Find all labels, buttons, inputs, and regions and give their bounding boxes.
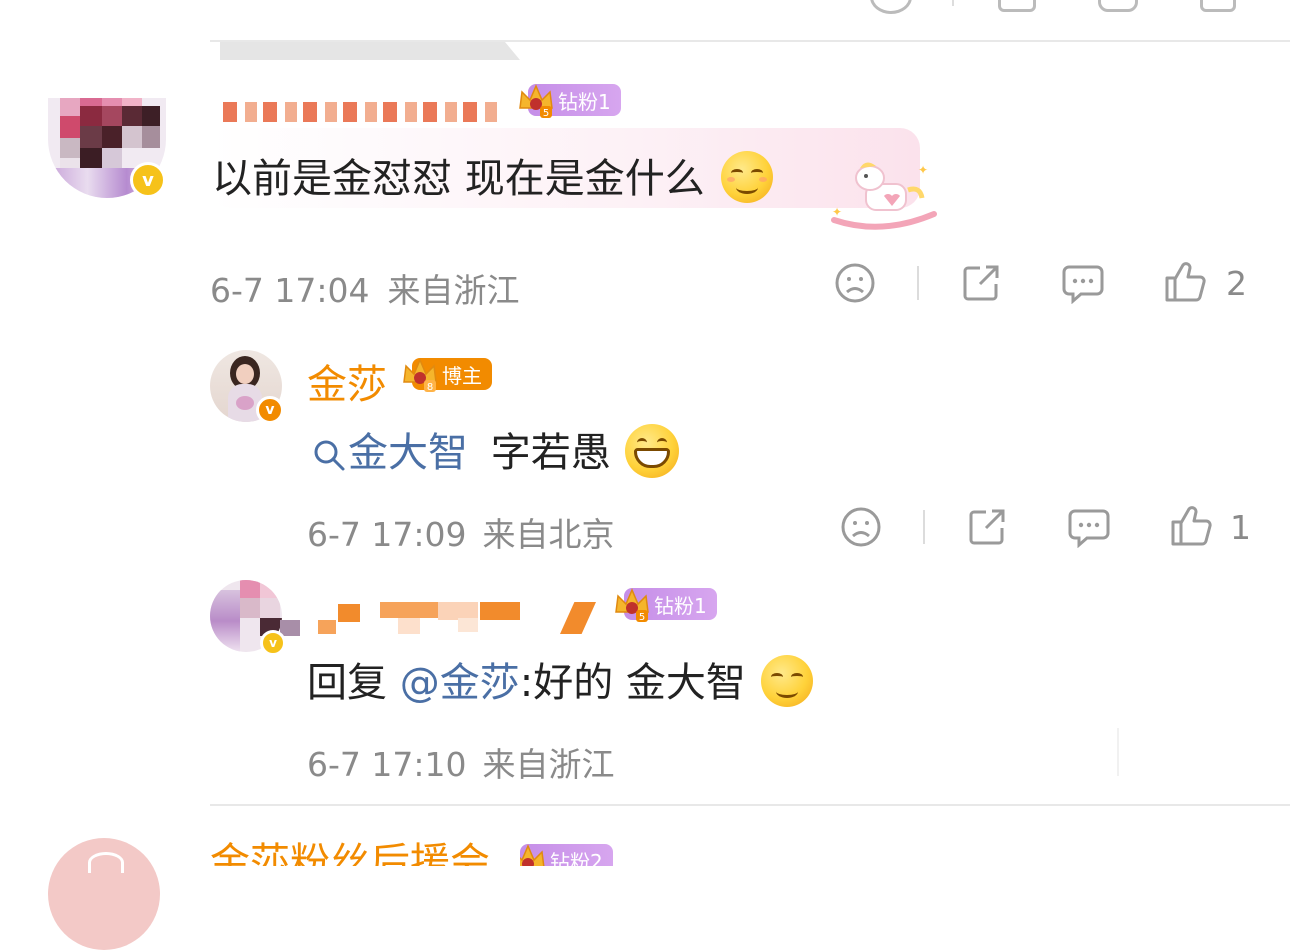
comment-avatar[interactable]: v [48, 80, 168, 200]
crown-badge-icon: 5 [519, 84, 553, 119]
mention-link[interactable]: @金莎 [400, 660, 520, 706]
reply-avatar[interactable]: v [210, 350, 284, 424]
row-divider [210, 804, 1290, 806]
row-divider [210, 40, 1290, 42]
svg-text:8: 8 [427, 382, 433, 393]
sad-face-icon [835, 263, 875, 303]
like-count: 1 [1230, 508, 1251, 547]
reply-username[interactable]: 金莎 [307, 352, 387, 410]
verified-badge-icon: v [260, 630, 286, 656]
share-icon [963, 265, 999, 301]
fan-level-badge[interactable]: 钻粉2 [520, 840, 613, 866]
comment-button[interactable] [1061, 262, 1105, 304]
comment-icon [1068, 509, 1110, 548]
grin-emoji-icon [625, 424, 680, 478]
topic-link[interactable]: 金大智 [348, 430, 468, 476]
crown-badge-icon [520, 844, 545, 866]
svg-text:5: 5 [543, 108, 549, 119]
action-separator [923, 510, 925, 544]
crown-badge-icon: 5 [615, 588, 649, 623]
comment-text: 以前是金怼怼 现在是金什么 [212, 146, 774, 207]
action-separator [917, 266, 919, 300]
comment-username[interactable]: 金莎粉丝后援会 [210, 838, 490, 866]
smirk-emoji-icon [760, 655, 813, 707]
prev-row-partial [300, 0, 640, 8]
like-count: 2 [1226, 264, 1247, 303]
smirk-emoji-icon [721, 151, 774, 203]
like-button[interactable] [1169, 504, 1213, 548]
crown-badge-icon: 8 [403, 358, 437, 393]
comment-meta: 6-7 17:04 来自浙江 [210, 271, 520, 310]
scrollbar-highlight [220, 42, 520, 60]
reply-text: 回复 @金莎:好的 金大智 [307, 650, 813, 711]
comment-button[interactable] [1067, 506, 1111, 548]
share-icon [969, 509, 1005, 545]
verified-badge-icon: v [256, 396, 284, 424]
verified-badge-icon: v [130, 162, 166, 198]
blogger-badge[interactable]: 8 博主 [403, 358, 492, 393]
reply-avatar[interactable]: v [210, 580, 300, 656]
comment-username-blurred[interactable] [215, 98, 515, 122]
comment-icon [1062, 265, 1104, 304]
svg-text:✦: ✦ [918, 163, 928, 177]
thumbs-up-icon [1165, 262, 1206, 302]
share-button[interactable] [966, 506, 1008, 548]
sad-face-icon [841, 507, 881, 547]
dislike-button[interactable] [834, 262, 876, 304]
prev-action-icons-partial [870, 0, 1250, 14]
search-icon [314, 440, 345, 471]
reply-meta: 6-7 17:09 来自北京 [307, 515, 615, 554]
comment-avatar[interactable] [48, 838, 160, 950]
reply-meta: 6-7 17:10 来自浙江 [307, 745, 615, 784]
fan-level-badge[interactable]: 5 钻粉1 [519, 84, 621, 119]
faint-line [1117, 728, 1119, 776]
rocking-horse-icon: ✦ ✦ [831, 162, 937, 230]
reply-text: 金大智 字若愚 [312, 420, 680, 482]
reply-username-blurred[interactable] [318, 600, 608, 636]
thumbs-up-icon [1171, 506, 1212, 546]
like-button[interactable] [1163, 260, 1207, 304]
share-button[interactable] [960, 262, 1002, 304]
svg-text:5: 5 [639, 612, 645, 623]
svg-text:✦: ✦ [832, 205, 842, 219]
fan-level-badge[interactable]: 5 钻粉1 [615, 588, 717, 623]
dislike-button[interactable] [840, 506, 882, 548]
